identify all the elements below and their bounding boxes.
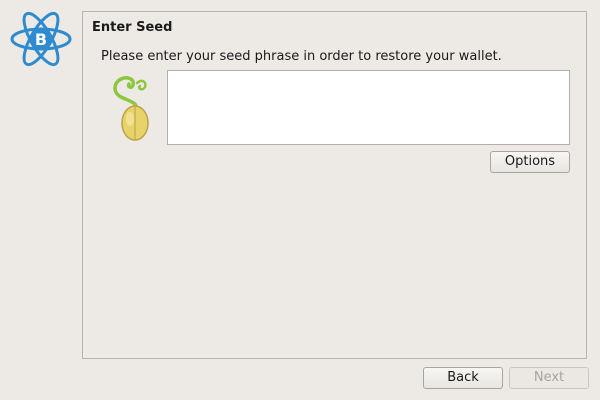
options-button[interactable]: Options [490,151,570,173]
instruction-text: Please enter your seed phrase in order t… [101,49,502,64]
svg-text:B: B [35,30,47,49]
next-button[interactable]: Next [509,367,589,389]
seed-sprout-icon [113,76,149,141]
electrum-logo-icon: B [10,11,72,67]
back-button[interactable]: Back [423,367,503,389]
page-title: Enter Seed [92,20,173,35]
wizard-window: B Enter Seed Please enter your seed phra… [0,0,600,400]
seed-phrase-input[interactable] [167,70,570,145]
seed-panel: Enter Seed Please enter your seed phrase… [82,11,587,359]
